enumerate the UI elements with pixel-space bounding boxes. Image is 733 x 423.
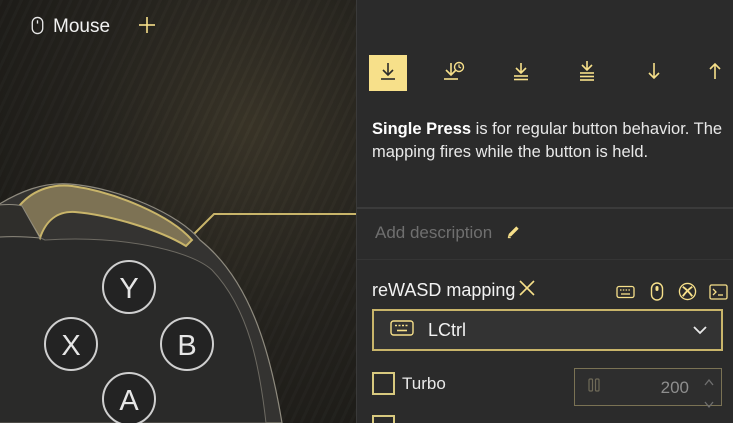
chevron-up-icon[interactable]: [703, 372, 715, 391]
press-type-name: Single Press: [372, 120, 472, 138]
add-button[interactable]: [136, 16, 158, 38]
toggle-checkbox-box[interactable]: [372, 415, 395, 423]
button-b-label: B: [177, 330, 196, 362]
add-description-button[interactable]: Add description: [375, 223, 521, 243]
double-press-icon: [511, 61, 531, 85]
pencil-icon: [506, 224, 521, 243]
terminal-icon[interactable]: [708, 281, 729, 302]
controller-illustration: Y X B A: [0, 183, 356, 423]
mapping-header: reWASD mapping: [372, 279, 536, 301]
mapping-type-icons: [615, 281, 729, 302]
turbo-checkbox[interactable]: Turbo: [372, 372, 446, 395]
double-press-button[interactable]: [502, 55, 540, 91]
long-press-icon: [443, 61, 465, 85]
selected-key: LCtrl: [428, 319, 467, 340]
long-press-button[interactable]: [435, 55, 473, 91]
mouse-tab[interactable]: Mouse: [28, 16, 110, 39]
add-description-label: Add description: [375, 223, 493, 242]
triple-press-button[interactable]: [568, 55, 606, 91]
button-x[interactable]: X: [44, 317, 98, 371]
press-type-description: Single Press is for regular button behav…: [372, 118, 733, 164]
press-type-toolbar: [369, 55, 733, 91]
release-icon: [705, 61, 725, 85]
mapping-panel: Single Press is for regular button behav…: [356, 0, 733, 423]
turbo-label: Turbo: [402, 373, 446, 393]
keyboard-icon: [390, 320, 414, 340]
key-select-dropdown[interactable]: LCtrl: [372, 309, 723, 351]
chevron-down-icon[interactable]: [703, 395, 715, 414]
release-button[interactable]: [696, 55, 733, 91]
mouse-icon: [28, 16, 47, 39]
mouse-icon[interactable]: [646, 281, 667, 302]
plus-icon: [138, 16, 156, 38]
divider: [357, 259, 733, 260]
button-y[interactable]: Y: [102, 260, 156, 314]
turbo-speed-spinner[interactable]: 200: [574, 368, 722, 409]
toggle-checkbox[interactable]: [372, 415, 395, 423]
button-a-label: A: [119, 385, 139, 417]
button-a[interactable]: A: [102, 372, 156, 423]
mapping-title: reWASD mapping: [372, 279, 516, 300]
single-press-icon: [378, 61, 398, 85]
turbo-speed-value: 200: [660, 378, 689, 397]
start-press-button[interactable]: [635, 55, 673, 91]
pause-icon: [587, 377, 601, 397]
single-press-button[interactable]: [369, 55, 407, 91]
xbox-icon[interactable]: [677, 281, 698, 302]
mouse-tab-label: Mouse: [53, 16, 111, 37]
button-b[interactable]: B: [160, 317, 214, 371]
triple-press-icon: [577, 60, 597, 86]
turbo-checkbox-box[interactable]: [372, 372, 395, 395]
spinner-arrows: [703, 372, 715, 414]
close-icon[interactable]: [518, 279, 536, 301]
start-press-icon: [644, 61, 664, 85]
divider: [357, 207, 733, 209]
top-bar: Mouse: [0, 0, 356, 54]
connector-line: [191, 213, 356, 237]
keyboard-icon[interactable]: [615, 281, 636, 302]
button-y-label: Y: [119, 273, 138, 305]
button-x-label: X: [61, 330, 80, 362]
chevron-down-icon: [691, 321, 709, 343]
